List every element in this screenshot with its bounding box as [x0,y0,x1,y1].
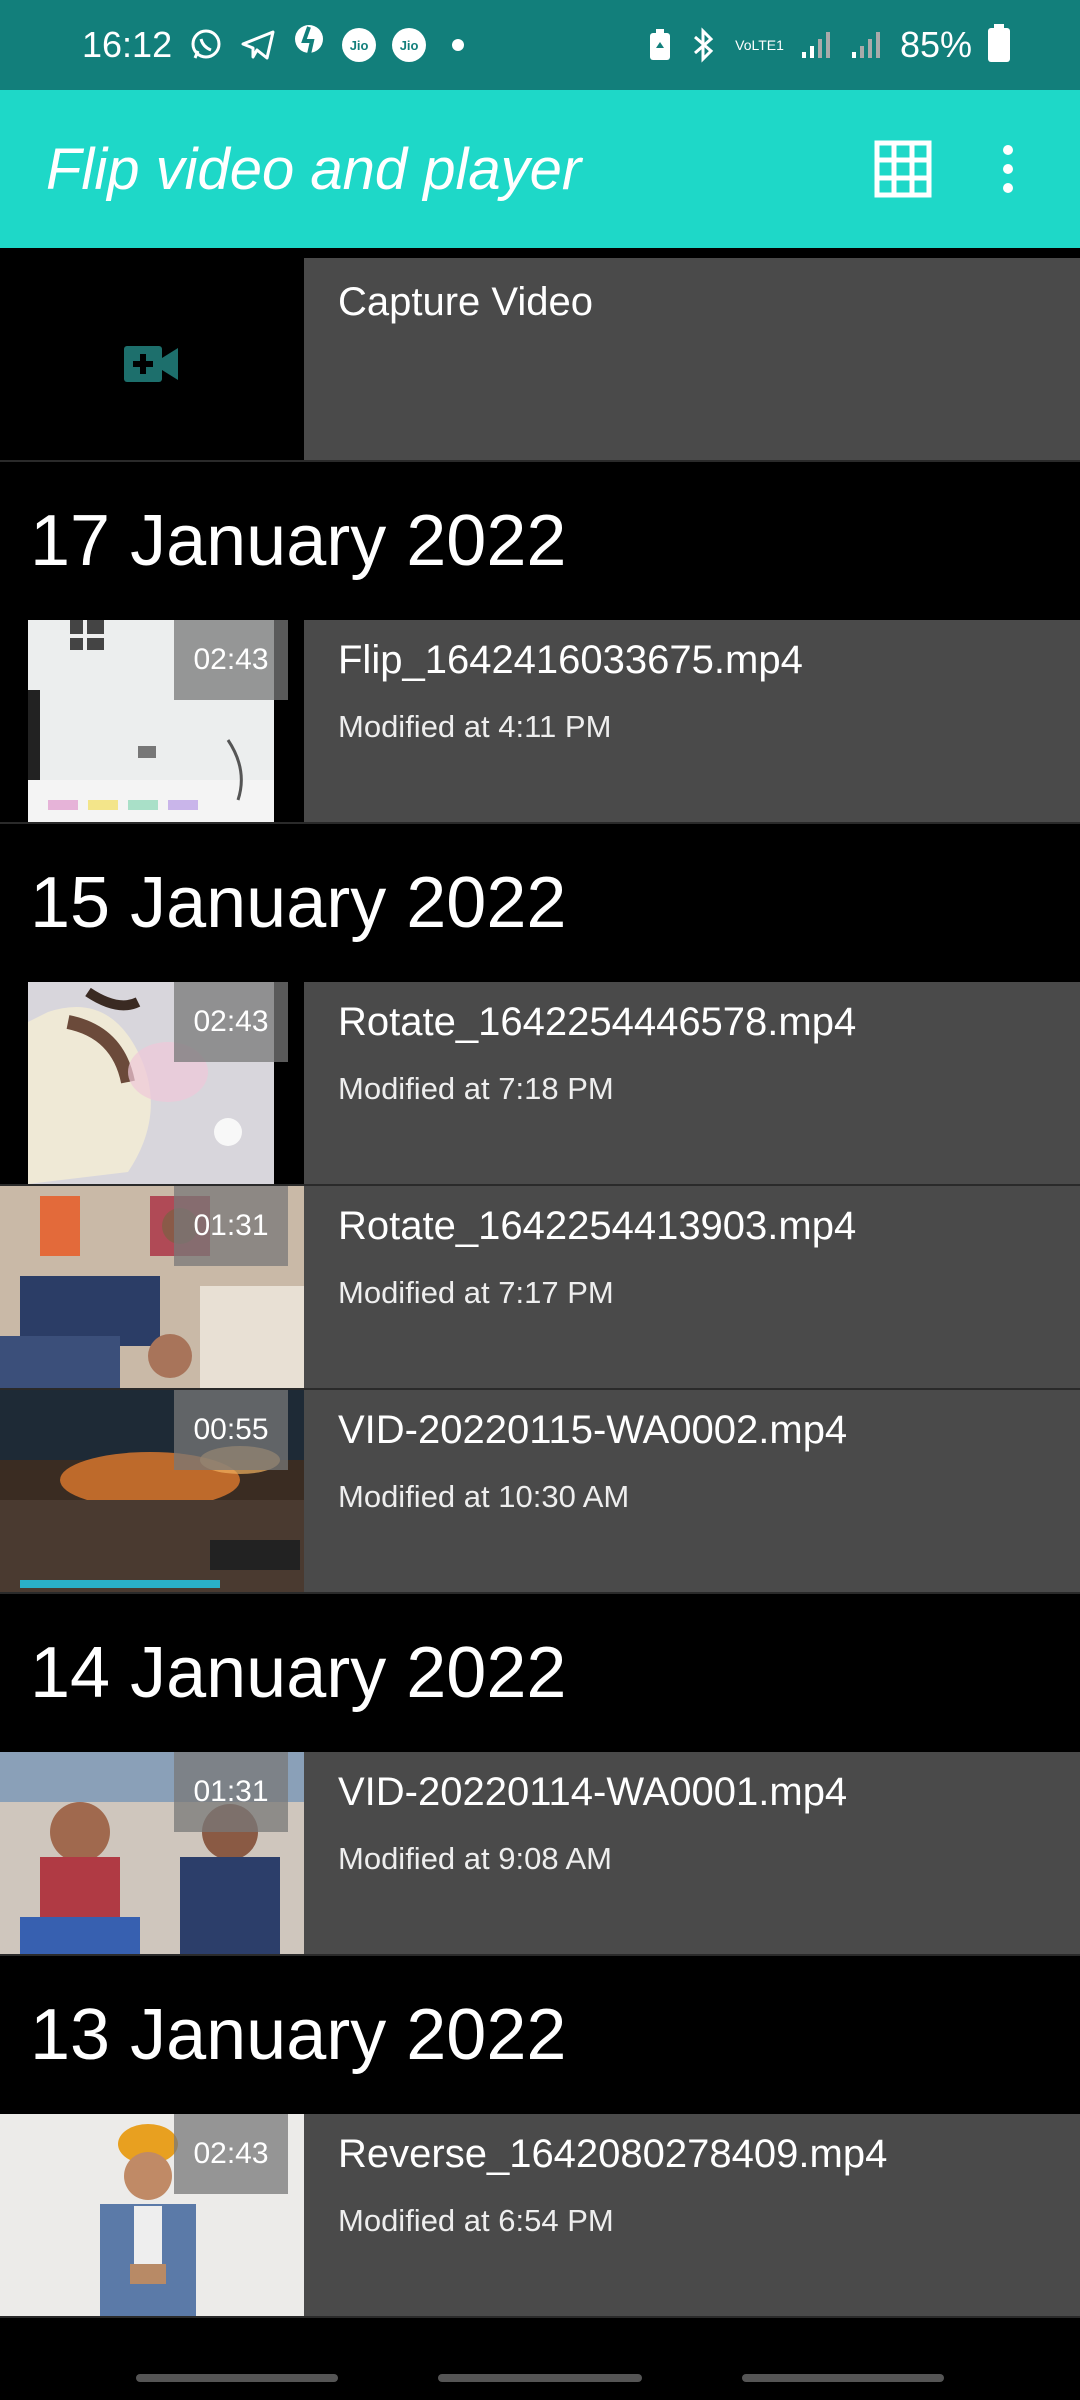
date-header: 17 January 2022 [0,462,1080,620]
file-name: VID-20220115-WA0002.mp4 [338,1408,848,1452]
video-thumbnail: 00:55 [0,1390,304,1592]
duration-badge: 02:43 [174,2114,288,2194]
app-bar: Flip video and player [0,90,1080,248]
volte-icon: VoLTE1 [735,38,784,52]
signal-icon [800,30,834,60]
modified-time: Modified at 6:54 PM [338,2203,614,2238]
grid-view-button[interactable] [868,134,938,204]
file-name: Reverse_1642080278409.mp4 [338,2132,888,2176]
battery-icon [988,24,1010,62]
status-right: VoLTE1 85% [647,24,1010,66]
app-notification-icon [292,23,326,67]
file-name: Rotate_1642254413903.mp4 [338,1204,857,1248]
video-thumbnail: 01:31 [0,1186,304,1388]
telegram-icon [240,27,276,63]
clock: 16:12 [82,24,173,65]
video-thumbnail: 01:31 [0,1752,304,1954]
signal-icon [850,30,884,60]
system-nav-bar [0,2356,1080,2400]
file-name: Flip_1642416033675.mp4 [338,638,803,682]
modified-time: Modified at 7:17 PM [338,1275,614,1310]
file-name: VID-20220114-WA0001.mp4 [338,1770,848,1814]
more-notifications-dot-icon [452,39,465,51]
bluetooth-icon [689,27,719,63]
capture-video-row[interactable]: Capture Video [0,258,1080,462]
status-left: 16:12 Jio Jio [82,23,465,67]
battery-percent: 85% [899,24,972,65]
video-item[interactable]: 01:31 Rotate_1642254413903.mp4 Modified … [0,1186,1080,1390]
capture-label: Capture Video [338,280,593,324]
video-item[interactable]: 02:43 Rotate_1642254446578.mp4 Modified … [0,982,1080,1186]
nav-recents-button[interactable] [136,2374,338,2382]
video-item[interactable]: 01:31 VID-20220114-WA0001.mp4 Modified a… [0,1752,1080,1956]
more-vert-icon [1003,145,1013,155]
video-thumbnail: 02:43 [0,620,304,822]
overflow-menu-button[interactable] [988,134,1028,204]
modified-time: Modified at 4:11 PM [338,709,612,744]
jio-icon: Jio [392,28,427,62]
duration-badge: 01:31 [174,1186,288,1266]
date-header: 13 January 2022 [0,1956,1080,2114]
duration-badge: 02:43 [174,982,288,1062]
duration-badge: 02:43 [174,620,288,700]
battery-saver-icon [647,28,673,62]
video-thumbnail: 02:43 [0,2114,304,2316]
duration-badge: 00:55 [174,1390,288,1470]
modified-time: Modified at 10:30 AM [338,1479,630,1514]
grid-icon [874,140,932,198]
video-item[interactable]: 02:43 Flip_1642416033675.mp4 Modified at… [0,620,1080,824]
video-list: Capture Video 17 January 2022 02:43 Flip… [0,258,1080,2318]
duration-badge: 01:31 [174,1752,288,1832]
volte-label: VoLTE1 [735,37,784,53]
date-header: 14 January 2022 [0,1594,1080,1752]
date-header: 15 January 2022 [0,824,1080,982]
nav-home-button[interactable] [438,2374,642,2382]
whatsapp-icon [188,27,224,63]
video-item[interactable]: 02:43 Reverse_1642080278409.mp4 Modified… [0,2114,1080,2318]
jio-icon: Jio [342,28,377,62]
status-bar: 16:12 Jio Jio VoLTE1 85% [0,0,1080,90]
capture-thumb [0,258,304,460]
app-title: Flip video and player [46,136,582,202]
video-camera-add-icon [124,346,178,382]
file-name: Rotate_1642254446578.mp4 [338,1000,857,1044]
video-item[interactable]: 00:55 VID-20220115-WA0002.mp4 Modified a… [0,1390,1080,1594]
video-thumbnail: 02:43 [0,982,304,1184]
modified-time: Modified at 9:08 AM [338,1841,612,1876]
nav-back-button[interactable] [742,2374,944,2382]
modified-time: Modified at 7:18 PM [338,1071,614,1106]
